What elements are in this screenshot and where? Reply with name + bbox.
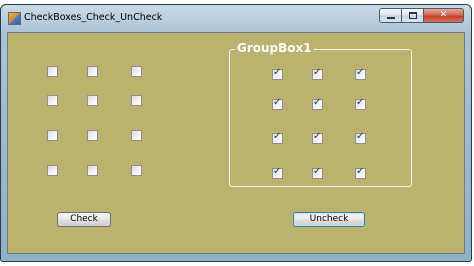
form-client-area: GroupBox1 Check Uncheck — [7, 32, 465, 254]
form-checkbox-r3-c1[interactable] — [47, 130, 58, 141]
form-checkbox-r1-c3[interactable] — [131, 66, 142, 77]
form-checkbox-r2-c3[interactable] — [131, 95, 142, 106]
group-checkbox-r3-c3[interactable] — [355, 131, 366, 144]
group-checkbox-r2-c1[interactable] — [272, 97, 283, 110]
form-checkbox-r2-c2[interactable] — [87, 95, 98, 106]
groupbox-label: GroupBox1 — [235, 41, 314, 56]
title-bar[interactable]: CheckBoxes_Check_UnCheck ✕ — [1, 5, 471, 31]
maximize-button[interactable] — [402, 8, 424, 23]
group-checkbox-r4-c2[interactable] — [312, 166, 323, 179]
group-checkbox-r3-c2[interactable] — [312, 131, 323, 144]
close-button[interactable]: ✕ — [424, 8, 464, 23]
app-icon[interactable] — [8, 12, 21, 25]
app-window: CheckBoxes_Check_UnCheck ✕ GroupBox1 Che… — [0, 4, 472, 262]
group-checkbox-r2-c3[interactable] — [355, 97, 366, 110]
minimize-button[interactable] — [379, 8, 402, 23]
form-checkbox-r4-c2[interactable] — [87, 165, 98, 176]
caption-buttons: ✕ — [379, 8, 464, 25]
group-checkbox-r1-c2[interactable] — [312, 67, 323, 80]
form-checkbox-r3-c2[interactable] — [87, 130, 98, 141]
window-title: CheckBoxes_Check_UnCheck — [24, 12, 163, 23]
form-checkbox-r2-c1[interactable] — [47, 95, 58, 106]
group-checkbox-r4-c1[interactable] — [272, 166, 283, 179]
group-checkbox-r4-c3[interactable] — [355, 166, 366, 179]
group-checkbox-r1-c3[interactable] — [355, 67, 366, 80]
group-checkbox-r2-c2[interactable] — [312, 97, 323, 110]
form-checkbox-r4-c1[interactable] — [47, 165, 58, 176]
uncheck-button[interactable]: Uncheck — [293, 212, 365, 227]
group-checkbox-r3-c1[interactable] — [272, 131, 283, 144]
maximize-icon — [409, 12, 417, 19]
form-checkbox-r1-c2[interactable] — [87, 66, 98, 77]
form-checkbox-r4-c3[interactable] — [131, 165, 142, 176]
check-button[interactable]: Check — [57, 212, 111, 227]
close-icon: ✕ — [439, 10, 448, 20]
form-checkbox-r3-c3[interactable] — [131, 130, 142, 141]
minimize-icon — [387, 17, 395, 19]
group-checkbox-r1-c1[interactable] — [272, 67, 283, 80]
form-checkbox-r1-c1[interactable] — [47, 66, 58, 77]
